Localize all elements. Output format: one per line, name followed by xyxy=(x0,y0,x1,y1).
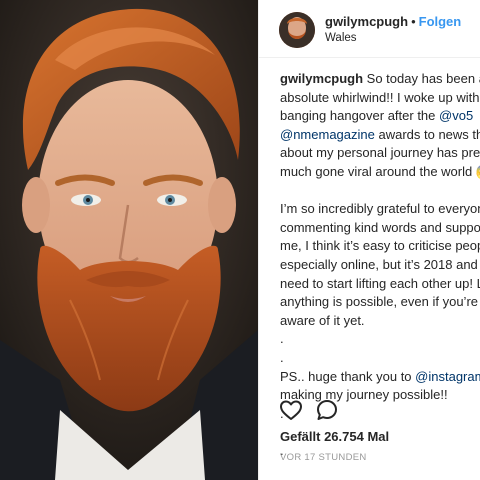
caption-line-12: anything is possible, even if you’re n xyxy=(280,294,480,310)
username-link[interactable]: gwilymcpugh xyxy=(325,14,408,29)
location-link[interactable]: Wales xyxy=(325,32,357,44)
comment-icon[interactable] xyxy=(315,398,339,422)
caption-line-15: making my journey possible!! xyxy=(280,387,448,403)
mention-nmemagazine[interactable]: @nmemagazine xyxy=(280,127,375,142)
post-photo[interactable] xyxy=(0,0,258,480)
caption-line-3: banging hangover after the xyxy=(280,108,440,124)
post-timestamp[interactable]: VOR 17 STUNDEN xyxy=(280,452,367,463)
user-line: gwilymcpugh • Folgen xyxy=(325,14,461,29)
portrait-image xyxy=(0,0,258,480)
post-details: gwilymcpugh • Folgen Wales gwilymcpugh So … xyxy=(259,0,480,480)
heart-icon[interactable] xyxy=(279,398,303,422)
caption-dot: . xyxy=(280,331,284,347)
scream-emoji: 😱 xyxy=(476,164,480,179)
caption-line-2: absolute whirlwind!! I woke up with a xyxy=(280,89,480,105)
caption-username[interactable]: gwilymcpugh xyxy=(280,71,363,86)
caption-line-13: aware of it yet. xyxy=(280,312,365,328)
follow-button[interactable]: Folgen xyxy=(419,14,462,29)
caption-line-1: So today has been an xyxy=(366,71,480,86)
caption-line-4: awards to news the xyxy=(374,126,480,142)
avatar-image xyxy=(279,12,315,48)
caption-line-8: commenting kind words and suppor xyxy=(280,219,480,235)
avatar[interactable] xyxy=(279,12,315,48)
post-caption: gwilymcpugh So today has been an absolut… xyxy=(280,70,480,460)
caption-line-11: need to start lifting each other up! L xyxy=(280,275,480,291)
separator-dot: • xyxy=(411,14,416,29)
mention-vo5[interactable]: @vo5 xyxy=(439,108,473,123)
mention-instagram[interactable]: @instagram xyxy=(415,369,480,384)
caption-line-10: especially online, but it’s 2018 and w xyxy=(280,256,480,272)
post-header: gwilymcpugh • Folgen Wales xyxy=(259,0,480,58)
caption-line-14: PS.. huge thank you to xyxy=(280,368,416,384)
caption-line-6: much gone viral around the world xyxy=(280,163,476,179)
caption-line-9: me, I think it’s easy to criticise peopl xyxy=(280,238,480,254)
caption-line-5: about my personal journey has prett xyxy=(280,145,480,161)
caption-line-7: I’m so incredibly grateful to everyone xyxy=(280,201,480,217)
like-count[interactable]: Gefällt 26.754 Mal xyxy=(280,429,389,444)
caption-dot: . xyxy=(280,349,284,365)
